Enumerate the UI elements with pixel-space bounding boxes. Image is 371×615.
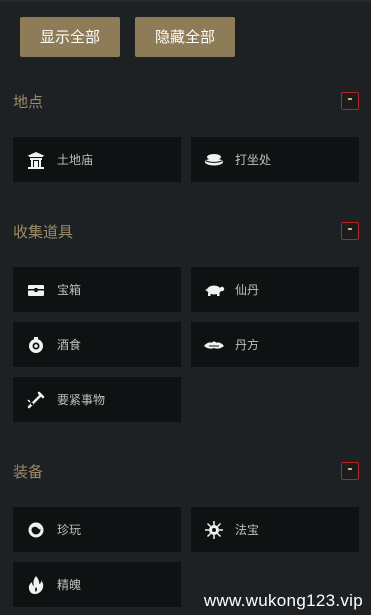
collapse-toggle-button[interactable]: - <box>341 222 359 240</box>
item-label: 土地庙 <box>57 153 94 167</box>
section-equipment: 装备 - 珍玩 法宝 精魄 <box>13 462 359 607</box>
shrine-icon <box>25 149 47 171</box>
item-label: 珍玩 <box>57 523 82 537</box>
section-header: 装备 - <box>13 462 359 482</box>
filter-item-key-items[interactable]: 要紧事物 <box>13 377 181 422</box>
item-label: 法宝 <box>235 523 260 537</box>
show-all-button[interactable]: 显示全部 <box>20 17 120 57</box>
turtle-icon <box>203 279 225 301</box>
filter-item-chest[interactable]: 宝箱 <box>13 267 181 312</box>
item-label: 酒食 <box>57 338 82 352</box>
filter-item-wine-food[interactable]: 酒食 <box>13 322 181 367</box>
wine-gourd-icon <box>25 334 47 356</box>
hide-all-button[interactable]: 隐藏全部 <box>135 17 235 57</box>
section-title: 地点 <box>13 93 44 111</box>
chest-icon <box>25 279 47 301</box>
filter-item-spirit[interactable]: 精魄 <box>13 562 181 607</box>
item-grid: 土地庙 打坐处 <box>13 137 359 182</box>
section-header: 收集道具 - <box>13 222 359 242</box>
item-label: 精魄 <box>57 578 82 592</box>
top-border <box>0 0 371 2</box>
section-header: 地点 - <box>13 92 359 112</box>
section-title: 收集道具 <box>13 223 74 241</box>
item-grid: 宝箱 仙丹 酒食 丹方 要紧事物 <box>13 267 359 422</box>
section-title: 装备 <box>13 463 44 481</box>
item-label: 丹方 <box>235 338 260 352</box>
collapse-toggle-button[interactable]: - <box>341 92 359 110</box>
item-label: 宝箱 <box>57 283 82 297</box>
filter-item-meditation[interactable]: 打坐处 <box>191 137 359 182</box>
meditation-cushion-icon <box>203 149 225 171</box>
filter-item-shrine[interactable]: 土地庙 <box>13 137 181 182</box>
key-item-icon <box>25 389 47 411</box>
section-locations: 地点 - 土地庙 打坐处 <box>13 92 359 182</box>
item-label: 要紧事物 <box>57 393 106 407</box>
item-label: 打坐处 <box>235 153 272 167</box>
filter-item-elixir[interactable]: 仙丹 <box>191 267 359 312</box>
section-collectibles: 收集道具 - 宝箱 仙丹 酒食 丹方 要紧事物 <box>13 222 359 422</box>
filter-item-curio[interactable]: 珍玩 <box>13 507 181 552</box>
collapse-toggle-button[interactable]: - <box>341 462 359 480</box>
filter-item-treasure[interactable]: 法宝 <box>191 507 359 552</box>
filter-item-recipe[interactable]: 丹方 <box>191 322 359 367</box>
spirit-flame-icon <box>25 574 47 596</box>
treasure-icon <box>203 519 225 541</box>
item-label: 仙丹 <box>235 283 260 297</box>
recipe-icon <box>203 334 225 356</box>
curio-icon <box>25 519 47 541</box>
site-watermark: www.wukong123.vip <box>203 591 363 610</box>
toolbar: 显示全部 隐藏全部 <box>20 17 235 57</box>
